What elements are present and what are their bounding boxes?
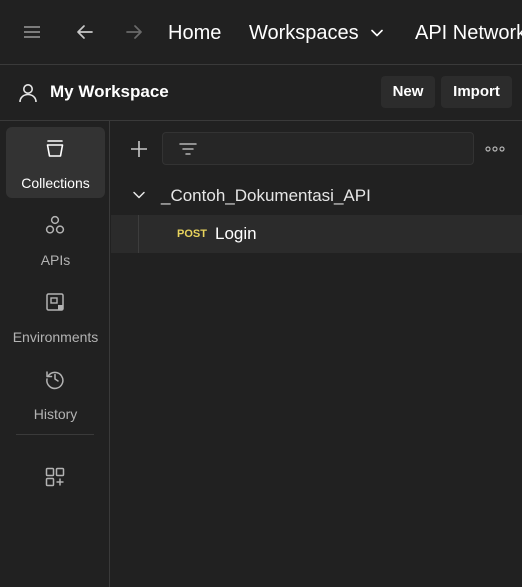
more-options-icon[interactable] (484, 140, 506, 158)
workspaces-menu[interactable]: Workspaces (249, 20, 359, 46)
hamburger-menu-icon[interactable] (22, 22, 42, 42)
sidebar-item-environments[interactable]: Environments (6, 281, 105, 352)
environments-icon (44, 291, 66, 313)
arrow-left-icon[interactable] (75, 22, 95, 42)
sidebar-item-label: Collections (21, 175, 90, 191)
request-item[interactable]: POST Login (111, 215, 522, 253)
workspace-header: My Workspace New Import (0, 65, 522, 121)
request-method-badge: POST (177, 228, 207, 240)
sidebar-item-apis[interactable]: APIs (6, 204, 105, 275)
sidebar-item-collections[interactable]: Collections (6, 127, 105, 198)
chevron-down-icon[interactable] (132, 188, 146, 202)
history-icon (44, 368, 66, 390)
arrow-right-icon[interactable] (124, 22, 144, 42)
collections-icon (44, 137, 66, 159)
collections-panel: _Contoh_Dokumentasi_API POST Login (111, 121, 522, 587)
configure-sidebar-icon[interactable] (44, 466, 66, 488)
chevron-down-icon[interactable] (370, 26, 384, 40)
home-link[interactable]: Home (168, 20, 221, 46)
sidebar-divider (16, 434, 94, 435)
user-icon (17, 82, 39, 104)
workspace-title: My Workspace (50, 82, 169, 101)
search-input[interactable] (162, 132, 474, 165)
sidebar-item-label: APIs (40, 252, 71, 268)
collection-name: _Contoh_Dokumentasi_API (161, 186, 371, 205)
apis-icon (44, 214, 66, 236)
plus-icon[interactable] (129, 139, 149, 159)
new-button[interactable]: New (381, 76, 435, 108)
sidebar-item-label: Environments (12, 329, 99, 345)
filter-icon[interactable] (178, 139, 198, 159)
sidebar-item-history[interactable]: History (6, 358, 105, 429)
import-button[interactable]: Import (441, 76, 512, 108)
api-network-link[interactable]: API Network (415, 20, 522, 46)
sidebar: Collections APIs Environments History (0, 121, 110, 587)
request-name: Login (215, 224, 257, 243)
top-navigation-bar: Home Workspaces API Network (0, 0, 522, 65)
tree-guide-line (138, 215, 139, 253)
collection-item[interactable]: _Contoh_Dokumentasi_API (111, 177, 522, 213)
sidebar-item-label: History (33, 406, 78, 422)
